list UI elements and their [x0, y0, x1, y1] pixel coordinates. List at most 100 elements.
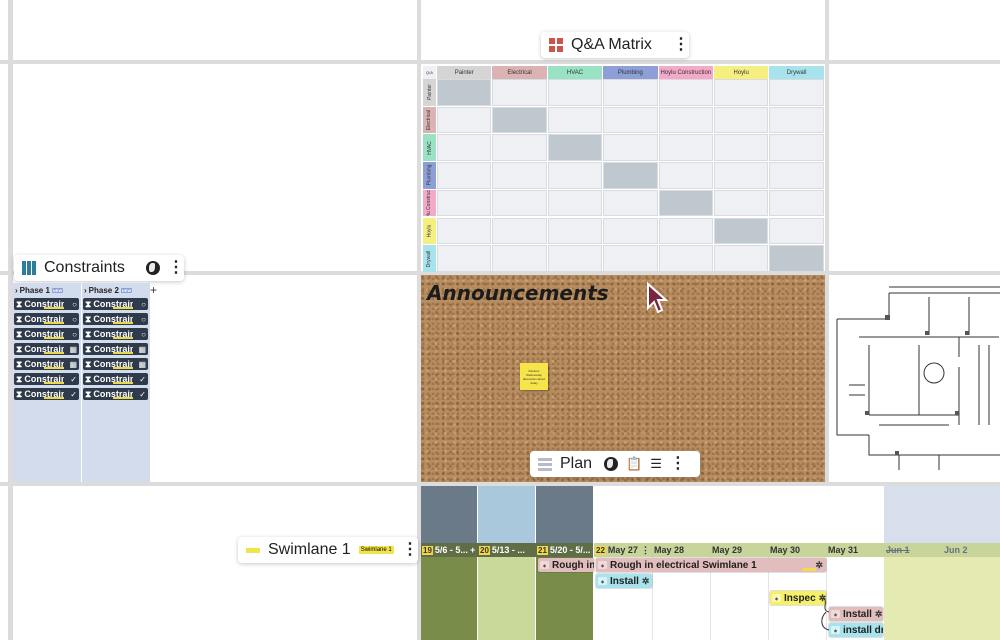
task-card[interactable]: ◆ install dr	[829, 623, 883, 637]
matrix-cell[interactable]	[714, 189, 769, 217]
matrix-cell[interactable]	[547, 245, 603, 272]
matrix-cell[interactable]	[437, 189, 492, 217]
task-card[interactable]: ◆ Install ✲	[596, 574, 652, 588]
matrix-cell[interactable]	[547, 134, 603, 162]
matrix-cell[interactable]	[658, 134, 713, 162]
day-header[interactable]: May 31	[828, 543, 858, 557]
matrix-column-header[interactable]: Drywall	[769, 66, 824, 79]
matrix-cell[interactable]	[769, 245, 824, 272]
matrix-cell[interactable]	[714, 217, 769, 245]
day-header[interactable]: May 30	[770, 543, 800, 557]
matrix-cell[interactable]	[603, 189, 658, 217]
matrix-cell[interactable]	[658, 245, 713, 272]
constraint-card[interactable]: ⧗Constraint✓	[83, 388, 148, 400]
matrix-cell[interactable]	[437, 245, 492, 272]
matrix-cell[interactable]	[547, 217, 603, 245]
matrix-cell[interactable]	[547, 79, 603, 106]
constraints-title-bar[interactable]: Constraints ⋮	[14, 255, 184, 281]
day-header[interactable]: May 29	[712, 543, 742, 557]
matrix-cell[interactable]	[658, 189, 713, 217]
matrix-cell[interactable]	[714, 245, 769, 272]
matrix-cell[interactable]	[492, 106, 547, 134]
matrix-cell[interactable]	[547, 189, 603, 217]
more-options-icon[interactable]: ⋮	[673, 37, 689, 53]
matrix-row-header[interactable]: Drywall	[423, 245, 436, 272]
sticky-note[interactable]: Painters Wednesday discussion about dela…	[520, 363, 548, 390]
matrix-cell[interactable]	[714, 162, 769, 189]
more-options-icon[interactable]: ⋮	[168, 260, 184, 276]
chevron-right-icon[interactable]: ›	[84, 286, 87, 295]
matrix-cell[interactable]	[437, 79, 492, 106]
add-week-button[interactable]: +	[470, 545, 475, 555]
matrix-row-header[interactable]: Plumbing	[423, 162, 436, 189]
matrix-cell[interactable]	[603, 134, 658, 162]
matrix-cell[interactable]	[492, 217, 547, 245]
clipboard-check-icon[interactable]: 📋	[626, 456, 642, 472]
matrix-cell[interactable]	[437, 162, 492, 189]
matrix-cell[interactable]	[437, 217, 492, 245]
add-phase-button[interactable]: +	[150, 283, 157, 297]
matrix-cell[interactable]	[603, 217, 658, 245]
more-options-icon[interactable]: ⋮	[402, 542, 418, 558]
matrix-row-header[interactable]: HVAC	[423, 134, 436, 162]
floor-plan-image[interactable]	[829, 275, 1000, 482]
day-header[interactable]: Jun 1	[886, 543, 910, 557]
constraint-card[interactable]: ⧗Constraint▦	[14, 358, 79, 370]
matrix-row-header[interactable]: Hoylu Construction	[423, 189, 436, 217]
constraint-card[interactable]: ⧗Constraint○	[83, 313, 148, 325]
matrix-cell[interactable]	[547, 106, 603, 134]
globe-icon[interactable]	[604, 457, 619, 471]
matrix-cell[interactable]	[492, 79, 547, 106]
constraint-card[interactable]: ⧗Constraint○	[14, 298, 79, 310]
day-header[interactable]: 22 May 27 ⋮	[595, 543, 653, 557]
week-header[interactable]: 21 5/20 - 5/...	[537, 543, 593, 557]
matrix-column-header[interactable]: Hoylu	[714, 66, 769, 79]
matrix-cell[interactable]	[769, 217, 824, 245]
matrix-cell[interactable]	[603, 79, 658, 106]
matrix-column-header[interactable]: Painter	[437, 66, 492, 79]
more-options-icon[interactable]: ⋮	[670, 456, 686, 472]
matrix-cell[interactable]	[603, 162, 658, 189]
matrix-column-header[interactable]: Electrical	[492, 66, 547, 79]
matrix-column-header[interactable]: Hoylu Construction	[658, 66, 713, 79]
matrix-cell[interactable]	[492, 189, 547, 217]
matrix-cell[interactable]	[547, 162, 603, 189]
constraint-card[interactable]: ⧗Constraint▦	[83, 343, 148, 355]
constraint-card[interactable]: ⧗Constraint✓	[14, 373, 79, 385]
matrix-row-header[interactable]: Hoylu	[423, 217, 436, 245]
matrix-cell[interactable]	[714, 79, 769, 106]
matrix-cell[interactable]	[492, 134, 547, 162]
task-card[interactable]: ◆ Rough in electrical Swimlane 1 ✲	[596, 558, 826, 572]
matrix-cell[interactable]	[658, 79, 713, 106]
constraint-card[interactable]: ⧗Constraint✓	[83, 373, 148, 385]
constraint-card[interactable]: ⧗Constraint○	[83, 328, 148, 340]
matrix-cell[interactable]	[658, 217, 713, 245]
matrix-row-header[interactable]: Electrical	[423, 106, 436, 134]
week-header[interactable]: 20 5/13 - ...	[479, 543, 535, 557]
matrix-cell[interactable]	[714, 134, 769, 162]
qa-matrix-title-bar[interactable]: Q&A Matrix ⋮	[541, 32, 689, 58]
task-card[interactable]: ◆ Rough in	[538, 558, 594, 572]
matrix-cell[interactable]	[437, 134, 492, 162]
matrix-cell[interactable]	[492, 245, 547, 272]
constraint-card[interactable]: ⧗Constraint○	[14, 328, 79, 340]
matrix-cell[interactable]	[437, 106, 492, 134]
list-icon[interactable]: ☰	[650, 456, 662, 472]
matrix-cell[interactable]	[714, 106, 769, 134]
constraint-card[interactable]: ⧗Constraint✓	[14, 388, 79, 400]
matrix-cell[interactable]	[769, 162, 824, 189]
swimlane-title-bar[interactable]: Swimlane 1 Swimlane 1 ⋮	[238, 537, 418, 563]
matrix-column-header[interactable]: Plumbing	[603, 66, 658, 79]
matrix-cell[interactable]	[492, 162, 547, 189]
constraint-card[interactable]: ⧗Constraint○	[14, 313, 79, 325]
gear-icon[interactable]: ✲	[642, 576, 650, 587]
matrix-cell[interactable]	[769, 106, 824, 134]
phase-header[interactable]: › Phase 1 NEW	[13, 285, 80, 296]
gear-icon[interactable]: ✲	[815, 560, 823, 571]
matrix-column-header[interactable]: HVAC	[547, 66, 603, 79]
matrix-cell[interactable]	[658, 106, 713, 134]
matrix-cell[interactable]	[603, 106, 658, 134]
plan-title-bar[interactable]: Plan 📋 ☰ ⋮	[530, 451, 700, 477]
gear-icon[interactable]: ✲	[875, 609, 883, 620]
globe-icon[interactable]	[146, 261, 160, 275]
